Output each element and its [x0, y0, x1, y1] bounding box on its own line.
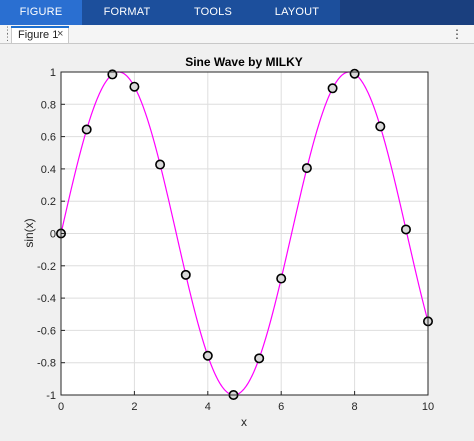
figure-canvas: 0 2 4 6 8 10 1 0.8 0.6 0.4 0.2 0 -0.2 -0.4 -0.6 -0.8 -1… — [0, 44, 474, 436]
toolstrip: FIGURE FORMAT TOOLS LAYOUT — [0, 0, 474, 25]
y-tick-label: 0.8 — [41, 99, 56, 111]
document-tab-label: Figure 1 — [18, 29, 59, 41]
y-tick-label: 0.4 — [41, 164, 56, 176]
data-point-marker — [327, 83, 338, 94]
data-point-marker — [254, 353, 265, 364]
tab-layout[interactable]: LAYOUT — [256, 0, 338, 25]
y-tick-label: -0.4 — [37, 293, 56, 305]
y-tick-label: 1 — [50, 67, 56, 79]
x-tick-label: 4 — [205, 401, 211, 413]
y-tick-label: 0.2 — [41, 196, 56, 208]
chart-title: Sine Wave by MILKY — [185, 55, 303, 69]
x-tick-label: 10 — [422, 401, 434, 413]
data-point-marker — [276, 273, 287, 284]
y-tick-label: -0.2 — [37, 261, 56, 273]
document-bar: ⋮ ⋮ Figure 1 × — [0, 25, 474, 44]
data-point-marker — [400, 224, 411, 235]
y-tick-label: 0 — [50, 229, 56, 241]
data-point-marker — [301, 163, 312, 174]
data-point-marker — [81, 124, 92, 135]
x-tick-label: 6 — [278, 401, 284, 413]
x-tick-label: 2 — [131, 401, 137, 413]
x-axis-label: x — [241, 415, 247, 429]
y-tick-label: -1 — [46, 390, 56, 402]
y-tick-label: -0.6 — [37, 325, 56, 337]
toolstrip-empty-area — [340, 0, 474, 25]
more-options-icon[interactable]: ⋮ — [451, 27, 463, 41]
data-point-marker — [107, 69, 118, 80]
close-icon[interactable]: × — [57, 28, 63, 40]
data-point-marker — [375, 121, 386, 132]
tab-tools[interactable]: TOOLS — [172, 0, 254, 25]
data-point-marker — [129, 81, 140, 92]
x-tick-label: 8 — [352, 401, 358, 413]
data-point-marker — [155, 159, 166, 170]
drag-grip-icon[interactable]: ⋮ ⋮ — [3, 26, 12, 42]
x-tick-label: 0 — [58, 401, 64, 413]
tab-format[interactable]: FORMAT — [86, 0, 168, 25]
y-tick-label: -0.8 — [37, 358, 56, 370]
document-tab-figure-1[interactable]: Figure 1 × — [11, 26, 69, 43]
data-point-marker — [349, 68, 360, 79]
data-point-marker — [202, 350, 213, 361]
sine-chart: 0 2 4 6 8 10 1 0.8 0.6 0.4 0.2 0 -0.2 -0.4 -0.6 -0.8 -1… — [22, 55, 434, 429]
y-tick-label: 0.6 — [41, 132, 56, 144]
y-axis-label: sin(x) — [22, 218, 36, 247]
data-point-marker — [180, 269, 191, 280]
tab-figure[interactable]: FIGURE — [0, 0, 82, 25]
